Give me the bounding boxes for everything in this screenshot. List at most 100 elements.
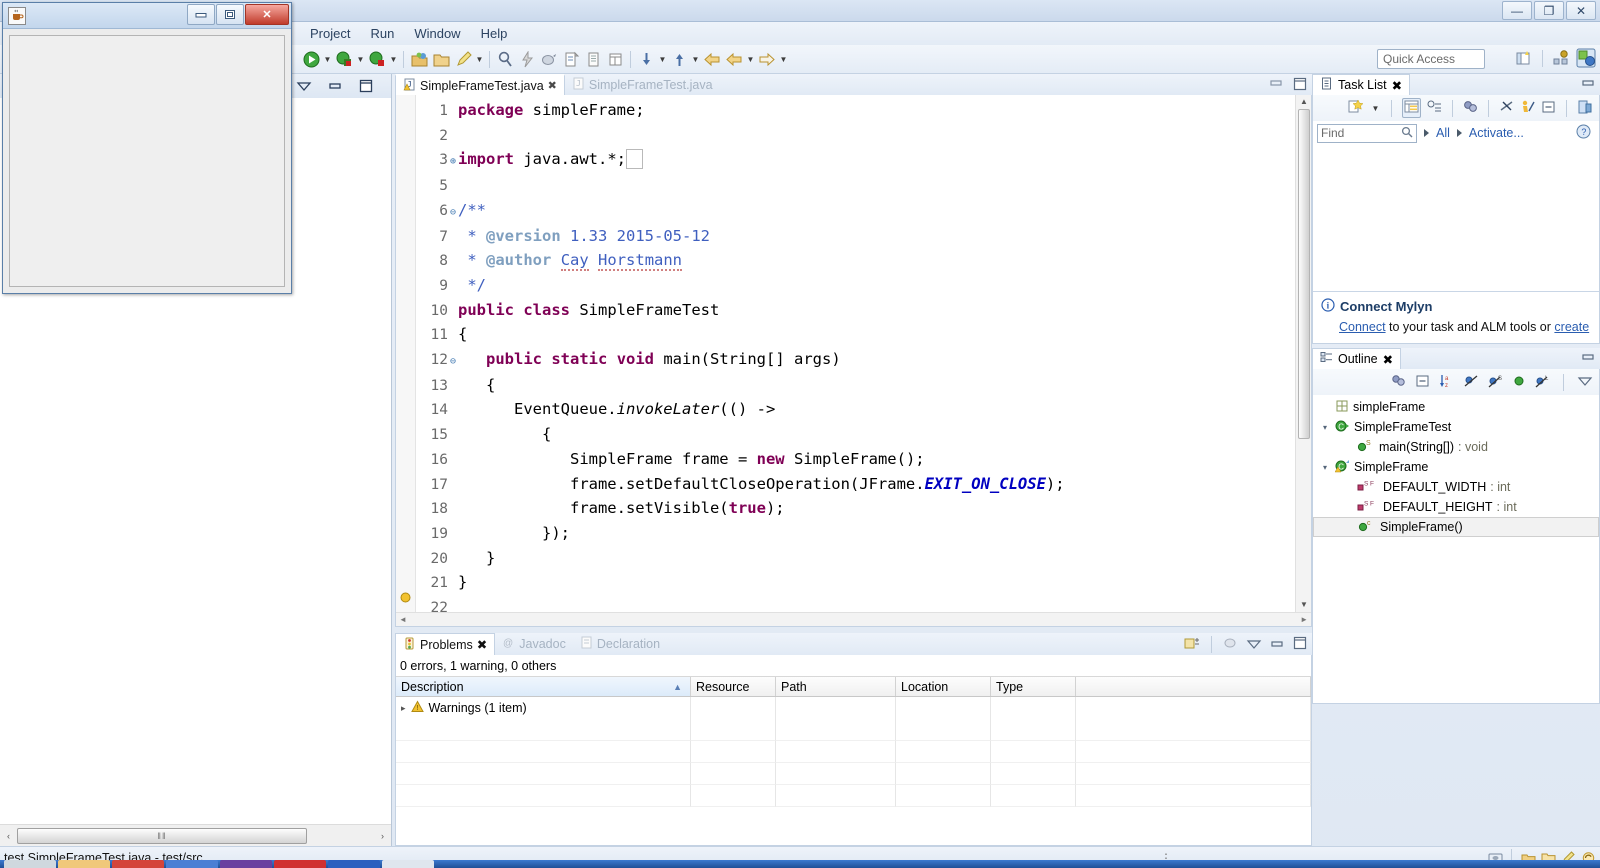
categorized-mode-icon[interactable]: [1402, 98, 1421, 118]
editor-vscrollbar[interactable]: ▲ ▼: [1295, 95, 1311, 612]
menu-item-run[interactable]: Run: [360, 24, 404, 43]
editor-hscroll-left[interactable]: ◄: [399, 615, 407, 624]
problems-view-menu-icon[interactable]: [1246, 638, 1262, 652]
download-dropdown-icon[interactable]: ▼: [657, 49, 668, 69]
quick-access-input[interactable]: Quick Access: [1377, 49, 1485, 69]
view-menu-icon[interactable]: [1577, 100, 1593, 117]
java-browsing-perspective-icon[interactable]: [1551, 48, 1571, 68]
search-icon[interactable]: [1401, 126, 1413, 141]
taskbar-app5-icon[interactable]: [328, 860, 380, 868]
filter-icon[interactable]: [1499, 100, 1514, 116]
taskbar-app2-icon[interactable]: [166, 860, 218, 868]
upload-dropdown-icon[interactable]: ▼: [690, 49, 701, 69]
column-header-location[interactable]: Location: [896, 677, 991, 696]
tab-outline-close-icon[interactable]: ✖: [1383, 352, 1393, 367]
outline-item-4[interactable]: S F DEFAULT_WIDTH : int: [1313, 477, 1599, 497]
hide-local-icon[interactable]: L: [1535, 374, 1550, 391]
editor-body[interactable]: 1 package simpleFrame; 2 3 ⊕ import java.aw…: [395, 95, 1312, 627]
collapse-all-icon[interactable]: [1541, 100, 1556, 116]
new-perspective-icon[interactable]: [1514, 48, 1534, 68]
task-find-input[interactable]: Find: [1317, 123, 1417, 143]
open-folder-icon[interactable]: [431, 49, 451, 69]
outline-item-3[interactable]: ▾ C SimpleFrame: [1313, 457, 1599, 477]
outline-collapse-all-icon[interactable]: [1415, 374, 1430, 390]
outline-expander-1[interactable]: ▾: [1319, 423, 1331, 432]
taskbar-app6-icon[interactable]: [382, 860, 434, 868]
taskbar-app3-icon[interactable]: [220, 860, 272, 868]
hide-nonpublic-icon[interactable]: [1512, 374, 1526, 391]
outline-item-1[interactable]: ▾ C SimpleFrameTest: [1313, 417, 1599, 437]
back-icon[interactable]: [702, 49, 722, 69]
tab-task-list[interactable]: Task List ✖: [1312, 74, 1411, 95]
outline-view-menu-icon[interactable]: [1577, 375, 1593, 389]
run-external-icon[interactable]: [367, 49, 387, 69]
debug-icon[interactable]: [334, 49, 354, 69]
editor-tab-active[interactable]: J SimpleFrameTest.java ✖: [395, 74, 565, 95]
taskbar-app1-icon[interactable]: [112, 860, 164, 868]
hide-fields-icon[interactable]: [1464, 374, 1479, 391]
focus-icon[interactable]: [1463, 100, 1478, 116]
task-activate-link[interactable]: Activate...: [1469, 126, 1524, 140]
activate-dropdown-arrow-icon[interactable]: [1456, 129, 1462, 137]
outline-expander-3[interactable]: ▾: [1319, 463, 1331, 472]
java-close-button[interactable]: ✕: [245, 4, 289, 25]
tab-task-list-close-icon[interactable]: ✖: [1392, 78, 1402, 93]
column-header-path[interactable]: Path: [776, 677, 896, 696]
forward-icon[interactable]: [724, 49, 744, 69]
activity-icon[interactable]: [1520, 100, 1535, 117]
outline-item-0[interactable]: simpleFrame: [1313, 397, 1599, 417]
editor-minimize-icon[interactable]: [1268, 77, 1284, 94]
taskbar-start-icon[interactable]: [4, 860, 56, 868]
minimize-icon[interactable]: [325, 76, 345, 96]
hscroll-left-arrow[interactable]: ‹: [0, 826, 17, 846]
taskbar-app4-icon[interactable]: [274, 860, 326, 868]
skip-breakpoints-icon[interactable]: [517, 49, 537, 69]
outline-item-6[interactable]: c SimpleFrame(): [1313, 517, 1599, 537]
outline-tree[interactable]: simpleFrame ▾ C SimpleFrameTest Smain(String…: [1313, 395, 1599, 537]
sort-icon[interactable]: az: [1439, 374, 1455, 391]
editor-tab-inactive[interactable]: J SimpleFrameTest.java: [565, 74, 720, 95]
new-task-dropdown-icon[interactable]: ▼: [1370, 98, 1381, 118]
java-window-titlebar[interactable]: ✕: [3, 3, 291, 29]
editor-maximize-icon[interactable]: [1292, 77, 1308, 94]
source-code[interactable]: 1 package simpleFrame; 2 3 ⊕ import java.aw…: [416, 95, 1295, 612]
tab-outline[interactable]: Outline ✖: [1312, 348, 1402, 369]
hide-static-icon[interactable]: S: [1488, 374, 1503, 391]
code-viewport[interactable]: 1 package simpleFrame; 2 3 ⊕ import java.aw…: [416, 95, 1295, 612]
outline-item-2[interactable]: Smain(String[]) : void: [1313, 437, 1599, 457]
task-list-minimize-icon[interactable]: [1580, 77, 1596, 91]
run-external-dropdown-icon[interactable]: ▼: [388, 49, 399, 69]
run-icon[interactable]: [301, 49, 321, 69]
new-element-icon[interactable]: [561, 49, 581, 69]
tab-problems-close-icon[interactable]: ✖: [477, 637, 487, 652]
window-close-button[interactable]: ✕: [1566, 1, 1596, 20]
hscroll-thumb[interactable]: ‖‖: [17, 827, 307, 844]
outline-focus-icon[interactable]: [1391, 374, 1406, 390]
package-explorer-hscrollbar[interactable]: ‹ ‖‖ ›: [0, 824, 391, 846]
taskbar-explorer-icon[interactable]: [58, 860, 110, 868]
column-header-description[interactable]: Description ▲: [396, 677, 691, 696]
vscroll-down-arrow[interactable]: ▼: [1299, 600, 1309, 610]
pencil-dropdown-icon[interactable]: ▼: [474, 49, 485, 69]
editor-tab-close-icon[interactable]: ✖: [548, 79, 557, 92]
outline-minimize-icon[interactable]: [1580, 351, 1596, 365]
tab-problems[interactable]: Problems ✖: [395, 633, 496, 655]
java-minimize-button[interactable]: [187, 4, 215, 25]
maximize-icon[interactable]: [356, 76, 376, 96]
next-annotation-icon[interactable]: [757, 49, 777, 69]
java-perspective-icon[interactable]: [1576, 48, 1596, 68]
menu-item-window[interactable]: Window: [404, 24, 470, 43]
download-icon[interactable]: [636, 49, 656, 69]
scheduled-mode-icon[interactable]: [1427, 100, 1442, 116]
problems-filter-icon[interactable]: [1223, 636, 1239, 653]
help-icon[interactable]: ?: [1576, 124, 1591, 142]
run-last-tool-icon[interactable]: [539, 49, 559, 69]
tab-javadoc[interactable]: @ Javadoc: [495, 633, 573, 655]
window-minimize-button[interactable]: —: [1502, 1, 1532, 20]
column-header-resource[interactable]: Resource: [691, 677, 776, 696]
task-filter-all-link[interactable]: All: [1436, 126, 1450, 140]
search-icon[interactable]: [495, 49, 515, 69]
window-restore-button[interactable]: ❐: [1534, 1, 1564, 20]
vscroll-up-arrow[interactable]: ▲: [1299, 97, 1309, 107]
mylyn-create-link[interactable]: create: [1554, 320, 1589, 334]
